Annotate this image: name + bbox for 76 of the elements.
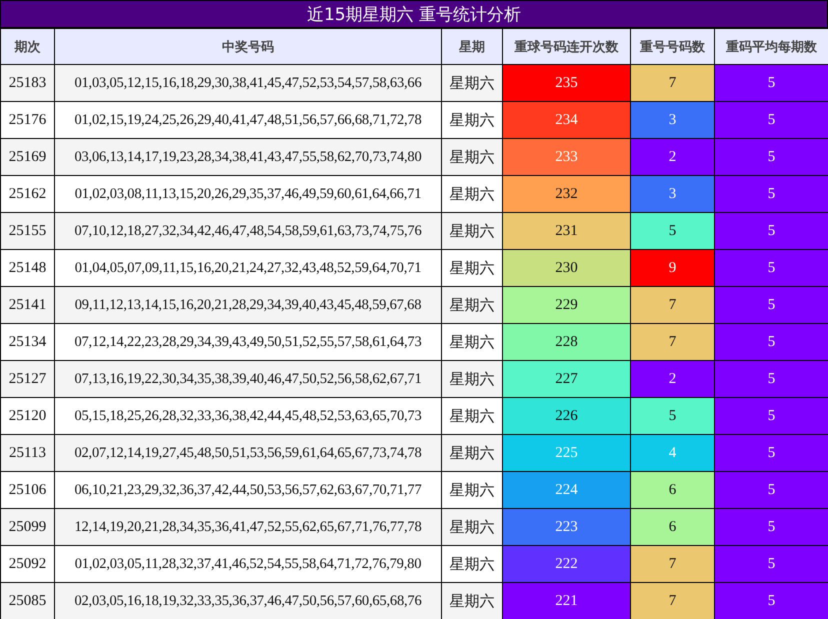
table-cell: 7 [630, 582, 714, 619]
table-cell: 02,07,12,14,19,27,45,48,50,51,53,56,59,61,64,65,67,73,74,78 [54, 434, 442, 472]
table-cell: 226 [502, 398, 630, 434]
table-cell: 星期六 [442, 360, 502, 398]
table-cell: 5 [714, 508, 828, 546]
table-cell: 232 [502, 176, 630, 212]
table-cell: 5 [714, 324, 828, 360]
table-cell: 5 [714, 434, 828, 472]
table-cell: 228 [502, 324, 630, 360]
table-cell: 25183 [0, 64, 54, 102]
table-cell: 5 [714, 398, 828, 434]
table-cell: 6 [630, 472, 714, 508]
table-title: 近15期星期六 重号统计分析 [0, 0, 828, 28]
column-header: 中奖号码 [54, 28, 442, 64]
table-cell: 01,03,05,12,15,16,18,29,30,38,41,45,47,52,53,54,57,58,63,66 [54, 64, 442, 102]
table-cell: 03,06,13,14,17,19,23,28,34,38,41,43,47,55,58,62,70,73,74,80 [54, 138, 442, 176]
table-cell: 5 [714, 286, 828, 324]
table-cell: 星期六 [442, 286, 502, 324]
table-cell: 222 [502, 546, 630, 582]
table-cell: 5 [714, 250, 828, 286]
table-cell: 星期六 [442, 212, 502, 250]
table-cell: 星期六 [442, 582, 502, 619]
column-header: 重号号码数 [630, 28, 714, 64]
table-cell: 5 [714, 360, 828, 398]
table-cell: 231 [502, 212, 630, 250]
table-cell: 223 [502, 508, 630, 546]
table-cell: 25113 [0, 434, 54, 472]
table-cell: 2 [630, 360, 714, 398]
table-cell: 5 [630, 398, 714, 434]
table-cell: 224 [502, 472, 630, 508]
table-cell: 5 [714, 582, 828, 619]
table-cell: 09,11,12,13,14,15,16,20,21,28,29,34,39,40,43,45,48,59,67,68 [54, 286, 442, 324]
table-cell: 6 [630, 508, 714, 546]
column-header: 星期 [442, 28, 502, 64]
table-cell: 12,14,19,20,21,28,34,35,36,41,47,52,55,62,65,67,71,76,77,78 [54, 508, 442, 546]
table-cell: 233 [502, 138, 630, 176]
table-cell: 5 [714, 64, 828, 102]
table-cell: 25085 [0, 582, 54, 619]
table-cell: 25127 [0, 360, 54, 398]
table-cell: 5 [714, 472, 828, 508]
table-cell: 7 [630, 324, 714, 360]
table-cell: 221 [502, 582, 630, 619]
column-header: 期次 [0, 28, 54, 64]
table-cell: 5 [714, 102, 828, 138]
table-cell: 2 [630, 138, 714, 176]
table-cell: 4 [630, 434, 714, 472]
table-cell: 5 [714, 546, 828, 582]
table-cell: 7 [630, 286, 714, 324]
table-cell: 7 [630, 64, 714, 102]
table-cell: 02,03,05,16,18,19,32,33,35,36,37,46,47,50,56,57,60,65,68,76 [54, 582, 442, 619]
table-cell: 星期六 [442, 508, 502, 546]
table-cell: 25141 [0, 286, 54, 324]
table-cell: 25099 [0, 508, 54, 546]
table-cell: 星期六 [442, 138, 502, 176]
table-cell: 星期六 [442, 434, 502, 472]
table-cell: 3 [630, 102, 714, 138]
table-cell: 3 [630, 176, 714, 212]
table-cell: 5 [714, 212, 828, 250]
table-cell: 07,13,16,19,22,30,34,35,38,39,40,46,47,50,52,56,58,62,67,71 [54, 360, 442, 398]
table-cell: 5 [630, 212, 714, 250]
table-cell: 25155 [0, 212, 54, 250]
column-header: 重球号码连开次数 [502, 28, 630, 64]
table-cell: 9 [630, 250, 714, 286]
table-cell: 229 [502, 286, 630, 324]
table-cell: 07,10,12,18,27,32,34,42,46,47,48,54,58,59,61,63,73,74,75,76 [54, 212, 442, 250]
table-cell: 225 [502, 434, 630, 472]
table-cell: 227 [502, 360, 630, 398]
table-cell: 230 [502, 250, 630, 286]
table-cell: 235 [502, 64, 630, 102]
column-header: 重码平均每期数 [714, 28, 828, 64]
table-cell: 星期六 [442, 64, 502, 102]
table-cell: 5 [714, 138, 828, 176]
table-cell: 5 [714, 176, 828, 212]
table-cell: 25169 [0, 138, 54, 176]
table-cell: 7 [630, 546, 714, 582]
table-cell: 234 [502, 102, 630, 138]
